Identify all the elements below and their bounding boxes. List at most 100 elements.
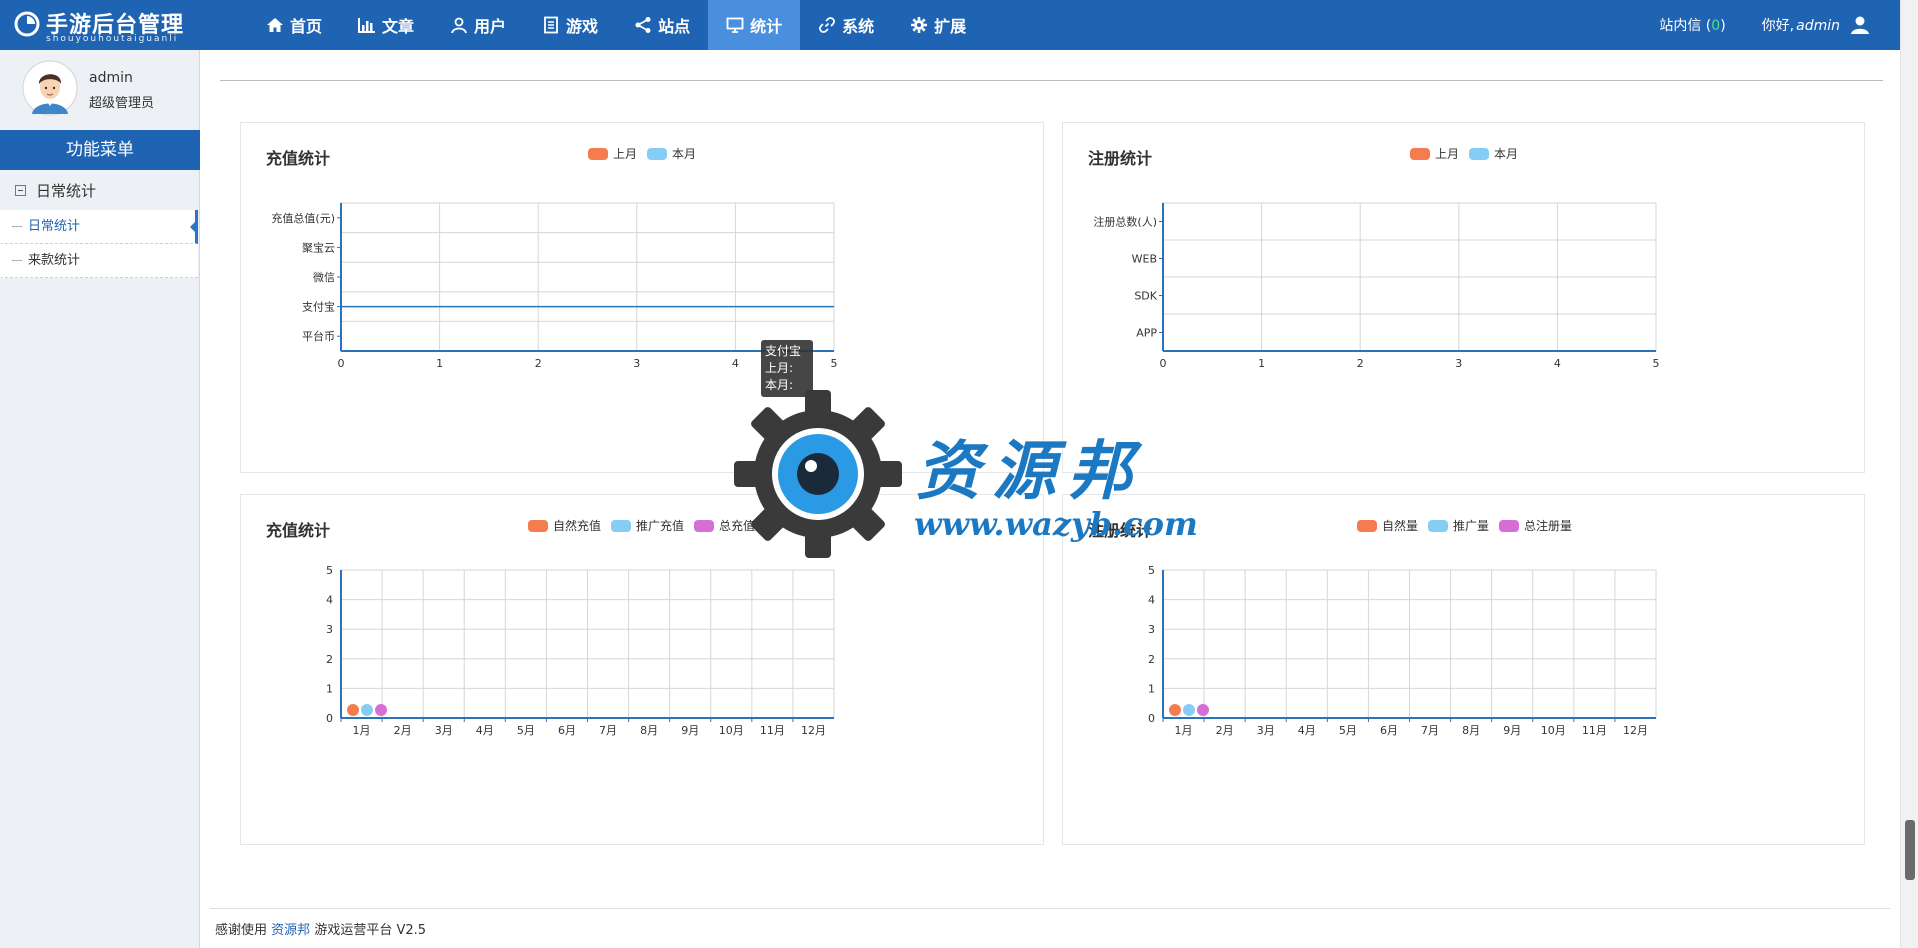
footer-link[interactable]: 资源邦 [271,923,310,938]
x-tick-label: 9月 [1503,724,1521,737]
chart-card-monthly-recharge: 充值统计 自然充值 推广充值 总充值 0 1 2 3 4 5 1月 2月 3月 4月 5月 6月 7月 8… [240,494,1044,845]
x-tick-label: 11月 [760,724,785,737]
x-tick-label: 10月 [719,724,744,737]
scrollbar-thumb[interactable] [1905,820,1915,880]
app-logo[interactable]: 手游后台管理 shouyouhoutaiguanli [14,6,204,44]
nav-item-home[interactable]: 首页 [248,0,340,50]
y-tick-label: 1 [326,682,333,695]
vertical-scrollbar[interactable] [1900,0,1918,948]
messages-link[interactable]: 站内信 (0) [1659,15,1725,35]
messages-label: 站内信 [1659,18,1702,34]
x-tick-label: 1 [436,357,443,370]
sidebar-item-daily-stats[interactable]: 日常统计 [0,210,198,244]
x-tick-label: 5月 [1339,724,1357,737]
nav-label: 系统 [842,17,875,36]
x-tick-label: 4月 [1298,724,1316,737]
y-tick-label: 0 [326,712,333,725]
x-tick-label: 6月 [558,724,576,737]
x-tick-label: 7月 [1421,724,1439,737]
x-tick-label: 1月 [1175,724,1193,737]
profile: admin 超级管理员 [0,50,200,130]
x-tick-label: 1月 [353,724,371,737]
user-icon [451,17,467,34]
nav-item-extensions[interactable]: 扩展 [892,0,984,50]
chart-plot: 0 1 2 3 4 5充值总值(元)聚宝云微信支付宝平台币 [271,202,838,370]
chart-plot: 0 1 2 3 4 5 1月 2月 3月 4月 5月 6月 7月 8月 9月 10月 11月 12月 [326,564,835,737]
nav-label: 用户 [474,17,507,36]
nav-item-articles[interactable]: 文章 [340,0,432,50]
nav-label: 首页 [290,17,323,36]
collapse-icon[interactable] [15,184,26,196]
y-tick-label: 充值总值(元) [271,211,335,225]
gear-icon [911,17,928,33]
x-tick-label: 12月 [801,724,826,737]
y-tick-label: 4 [326,594,333,607]
bar-chart-icon [358,18,376,33]
greeting: 你好, admin [1762,15,1840,35]
y-tick-label: 5 [326,564,333,577]
nav-item-users[interactable]: 用户 [432,0,524,50]
series-point [1169,704,1181,716]
nav-label: 站点 [658,17,691,36]
x-tick-label: 4 [1554,357,1561,370]
footer-divider [210,908,1890,909]
y-tick-label: 3 [326,623,333,636]
nav-item-stats[interactable]: 统计 [708,0,801,50]
series-point [1183,704,1195,716]
top-bar: 手游后台管理 shouyouhoutaiguanli 首页 文章 用户 游戏 站… [0,0,1900,50]
link-icon [819,17,836,33]
chart-card-recharge: 充值统计 上月 本月 0 1 2 3 4 5 充值总值(元) 聚宝云 微信 支付宝 平台币 [240,122,1044,473]
y-tick-label: SDK [1134,290,1157,303]
y-tick-label: 5 [1148,564,1155,577]
y-tick-label: 注册总数(人) [1093,215,1157,229]
messages-count: 0 [1711,18,1721,34]
chart-card-registration: 注册统计 上月 本月 0 1 2 3 4 5 注册总数(人) WEB SDK APP [1062,122,1865,473]
main-nav: 首页 文章 用户 游戏 站点 统计 系统 扩展 [248,0,984,50]
greeting-text: 你好, [1761,18,1795,34]
x-tick-label: 2月 [394,724,412,737]
x-tick-label: 5月 [517,724,535,737]
x-tick-label: 2 [1357,357,1364,370]
nav-label: 文章 [382,17,415,36]
chart-plot: 0 1 2 3 4 5 1月 2月 3月 4月 5月 6月 7月 8月 9月 10月 11月 12月 [1148,564,1657,737]
x-tick-label: 9月 [681,724,699,737]
logo-mark-icon [14,11,40,37]
x-tick-label: 12月 [1623,724,1648,737]
menu-group-daily-stats[interactable]: 日常统计 [0,170,200,210]
x-tick-label: 3 [1455,357,1462,370]
y-tick-label: 2 [1148,653,1155,666]
user-avatar-icon[interactable] [1850,15,1870,35]
series-point [347,704,359,716]
x-tick-label: 3 [633,357,640,370]
nav-item-system[interactable]: 系统 [800,0,892,50]
menu-group-label: 日常统计 [36,181,97,200]
y-tick-label: WEB [1132,253,1157,266]
series-point [375,704,387,716]
profile-name: admin [89,70,133,86]
document-icon [544,16,558,34]
y-tick-label: 聚宝云 [302,240,335,254]
y-tick-label: 微信 [313,270,335,284]
y-tick-label: 0 [1148,712,1155,725]
avatar [22,60,78,116]
profile-role: 超级管理员 [89,96,155,111]
nav-item-sites[interactable]: 站点 [616,0,708,50]
y-tick-label: 4 [1148,594,1155,607]
plot-frame [340,202,835,352]
series-point [361,704,373,716]
x-tick-label: 4月 [476,724,494,737]
share-icon [635,17,651,33]
x-tick-label: 10月 [1541,724,1566,737]
x-tick-label: 5 [831,357,838,370]
top-right-area: 站内信 (0) 你好, admin [1659,0,1870,50]
x-tick-label: 2月 [1216,724,1234,737]
nav-item-games[interactable]: 游戏 [524,0,616,50]
footer-prefix: 感谢使用 [215,923,268,938]
x-tick-label: 3月 [435,724,453,737]
sidebar-item-payment-stats[interactable]: 来款统计 [0,244,198,278]
chart-card-monthly-registration: 注册统计 自然量 推广量 总注册量 0 1 2 3 4 5 1月 2月 3月 4月 5月 6月 7月 8月… [1062,494,1865,845]
x-tick-label: 7月 [599,724,617,737]
tooltip-line: 上月: [765,361,794,375]
footer-suffix: 游戏运营平台 V2.5 [314,923,427,938]
logo-subtitle: shouyouhoutaiguanli [46,34,179,44]
